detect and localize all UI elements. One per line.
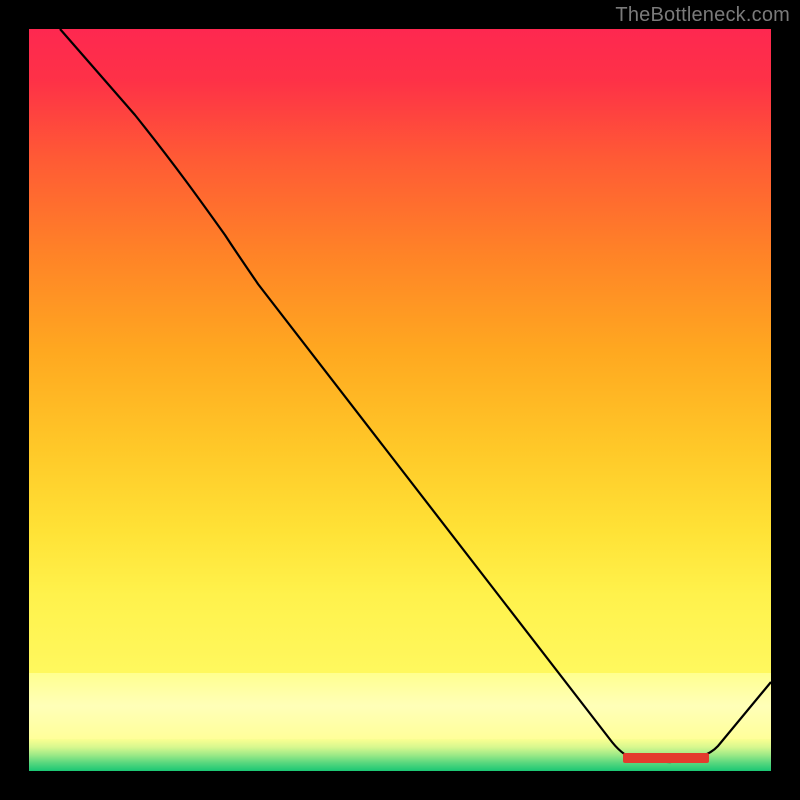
plot-area <box>29 29 771 771</box>
bottleneck-chart <box>0 0 800 800</box>
optimal-marker <box>623 753 709 763</box>
chart-container: TheBottleneck.com <box>0 0 800 800</box>
watermark-text: TheBottleneck.com <box>615 4 790 27</box>
